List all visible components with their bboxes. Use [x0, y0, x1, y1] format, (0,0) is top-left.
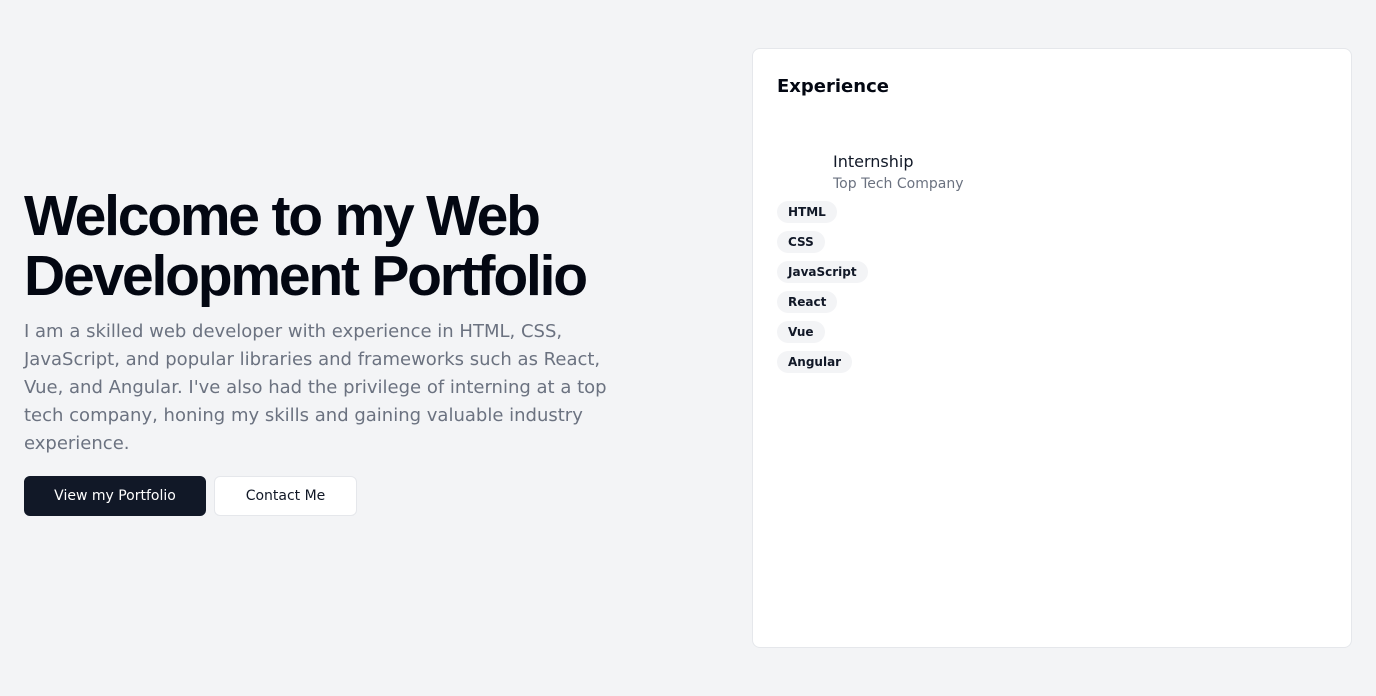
view-portfolio-button[interactable]: View my Portfolio: [24, 476, 206, 516]
experience-entry: Internship Top Tech Company: [833, 151, 963, 195]
job-company: Top Tech Company: [833, 176, 964, 192]
skill-tag-vue: Vue: [777, 321, 825, 343]
skill-tag-react: React: [777, 291, 838, 313]
experience-card: Experience Internship Top Tech Company H…: [752, 48, 1352, 648]
hero-title: Welcome to my Web Development Portfolio: [24, 184, 588, 308]
skill-tags: HTML CSS JavaScript React Vue Angular: [777, 201, 868, 373]
skill-tag-javascript: JavaScript: [777, 261, 868, 283]
skill-tag-css: CSS: [777, 231, 825, 253]
page: Welcome to my Web Development Portfolio …: [0, 0, 1376, 696]
job-role: Internship: [833, 152, 914, 171]
skill-tag-angular: Angular: [777, 351, 853, 373]
experience-title: Experience: [777, 76, 889, 97]
hero-description: I am a skilled web developer with experi…: [24, 321, 607, 454]
hero-section: Welcome to my Web Development Portfolio …: [24, 186, 644, 516]
contact-me-button[interactable]: Contact Me: [214, 476, 357, 516]
hero-actions: View my Portfolio Contact Me: [24, 476, 644, 516]
skill-tag-html: HTML: [777, 201, 837, 223]
